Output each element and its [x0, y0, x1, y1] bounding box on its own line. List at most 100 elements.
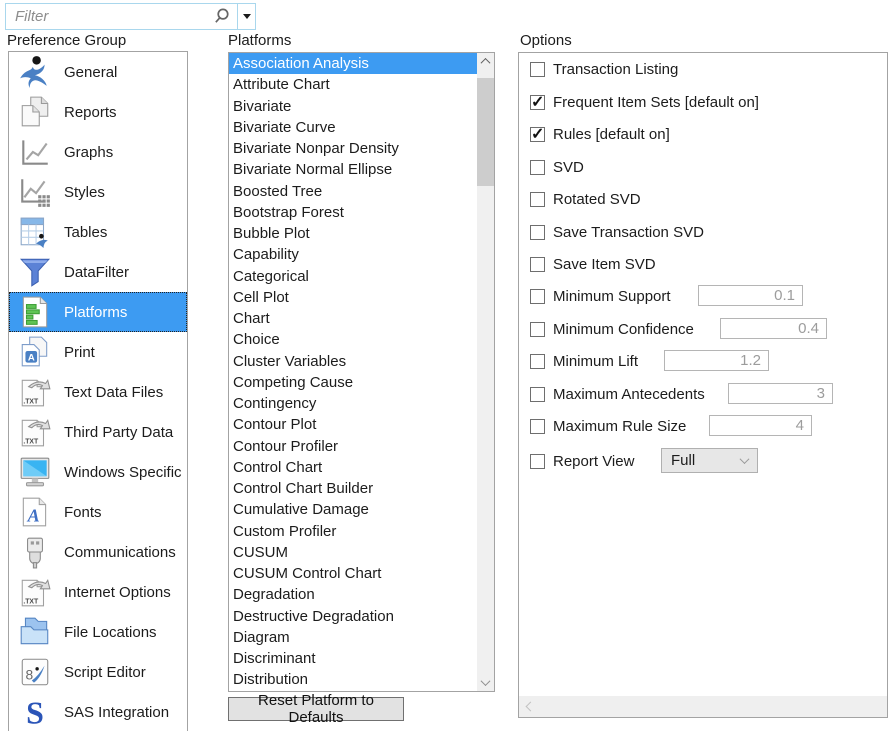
sidebar-item-sas-integration[interactable]: S SAS Integration: [9, 692, 187, 732]
platform-item-bubble-plot[interactable]: Bubble Plot: [229, 223, 477, 244]
option-label: Frequent Item Sets [default on]: [553, 93, 759, 111]
checkbox-minimum-confidence[interactable]: [530, 321, 545, 337]
platform-item-choice[interactable]: Choice: [229, 329, 477, 350]
sidebar-item-label: Print: [64, 343, 95, 361]
font-page-icon: A: [15, 493, 55, 531]
option-label: Minimum Confidence: [553, 320, 694, 338]
sidebar-item-fonts[interactable]: A Fonts: [9, 492, 187, 532]
platform-item-bivariate[interactable]: Bivariate: [229, 96, 477, 117]
platform-item-cell-plot[interactable]: Cell Plot: [229, 287, 477, 308]
platform-item-attribute-chart[interactable]: Attribute Chart: [229, 74, 477, 95]
sidebar-item-reports[interactable]: Reports: [9, 92, 187, 132]
platform-item-degradation[interactable]: Degradation: [229, 584, 477, 605]
sidebar-item-general[interactable]: General: [9, 52, 187, 92]
checkbox-maximum-antecedents[interactable]: [530, 386, 545, 402]
platform-item-competing-cause[interactable]: Competing Cause: [229, 372, 477, 393]
sidebar-item-text-data-files[interactable]: .TXT Text Data Files: [9, 372, 187, 412]
sidebar-item-tables[interactable]: Tables: [9, 212, 187, 252]
platform-item-diagram[interactable]: Diagram: [229, 627, 477, 648]
option-label: Maximum Rule Size: [553, 417, 687, 435]
checkbox-maximum-rule-size[interactable]: [530, 418, 545, 434]
scroll-left-icon[interactable]: [525, 701, 536, 712]
funnel-icon: [15, 253, 55, 291]
platform-item-chart[interactable]: Chart: [229, 308, 477, 329]
filter-input[interactable]: [6, 4, 207, 29]
sidebar-item-datafilter[interactable]: DataFilter: [9, 252, 187, 292]
sidebar-item-label: Script Editor: [64, 663, 146, 681]
sidebar-item-script-editor[interactable]: 8 Script Editor: [9, 652, 187, 692]
platform-item-distribution[interactable]: Distribution: [229, 669, 477, 690]
platform-item-categorical[interactable]: Categorical: [229, 266, 477, 287]
checkbox-frequent-item-sets-default-on[interactable]: [530, 92, 545, 112]
scroll-down-icon[interactable]: [477, 674, 494, 691]
print-pages-icon: A: [15, 333, 55, 371]
checkbox-rules-default-on[interactable]: [530, 124, 545, 144]
platform-item-cusum[interactable]: CUSUM: [229, 542, 477, 563]
sidebar-item-label: Third Party Data: [64, 423, 174, 441]
platform-item-contour-plot[interactable]: Contour Plot: [229, 414, 477, 435]
platform-item-discriminant[interactable]: Discriminant: [229, 648, 477, 669]
report-view-select[interactable]: Full: [661, 448, 758, 473]
search-icon[interactable]: [207, 4, 237, 29]
horizontal-scrollbar[interactable]: [519, 696, 887, 717]
platform-list-items: Association Analysis Attribute Chart Bivar…: [229, 53, 477, 691]
minimum-support-input[interactable]: [698, 285, 803, 306]
checkbox-rotated-svd[interactable]: [530, 191, 545, 207]
table-icon: [15, 213, 55, 251]
minimum-lift-input[interactable]: [664, 350, 769, 371]
reset-platform-button[interactable]: Reset Platform to Defaults: [228, 692, 404, 726]
sidebar-item-internet-options[interactable]: .TXT Internet Options: [9, 572, 187, 612]
option-label: Minimum Lift: [553, 352, 639, 370]
platform-item-cumulative-damage[interactable]: Cumulative Damage: [229, 499, 477, 520]
checkbox-save-transaction-svd[interactable]: [530, 224, 545, 240]
sidebar-item-file-locations[interactable]: File Locations: [9, 612, 187, 652]
checkbox-transaction-listing[interactable]: [530, 61, 545, 77]
option-row-minimum-support: Minimum Support: [530, 285, 885, 306]
platforms-heading: Platforms: [228, 32, 292, 49]
platform-item-contingency[interactable]: Contingency: [229, 393, 477, 414]
sidebar-item-third-party-data[interactable]: .TXT Third Party Data: [9, 412, 187, 452]
sidebar-item-label: DataFilter: [64, 263, 130, 281]
sidebar-item-graphs[interactable]: Graphs: [9, 132, 187, 172]
platform-item-destructive-degradation[interactable]: Destructive Degradation: [229, 606, 477, 627]
preference-group-list: General Reports Graphs Styles Tables DataFilt…: [8, 51, 188, 731]
checkbox-minimum-lift[interactable]: [530, 353, 545, 369]
checkbox-save-item-svd[interactable]: [530, 256, 545, 272]
platform-item-cusum-control-chart[interactable]: CUSUM Control Chart: [229, 563, 477, 584]
option-label: SVD: [553, 158, 584, 176]
maximum-rule-size-input[interactable]: [709, 415, 812, 436]
platform-item-control-chart[interactable]: Control Chart: [229, 457, 477, 478]
sidebar-item-platforms[interactable]: Platforms: [9, 292, 187, 332]
platform-item-bootstrap-forest[interactable]: Bootstrap Forest: [229, 202, 477, 223]
option-row-save-item-svd: Save Item SVD: [530, 256, 885, 273]
line-chart-icon: [15, 133, 55, 171]
svg-text:.TXT: .TXT: [23, 599, 39, 606]
platform-item-bivariate-curve[interactable]: Bivariate Curve: [229, 117, 477, 138]
minimum-confidence-input[interactable]: [720, 318, 827, 339]
sidebar-item-label: Fonts: [64, 503, 102, 521]
platform-item-cluster-variables[interactable]: Cluster Variables: [229, 351, 477, 372]
platform-item-boosted-tree[interactable]: Boosted Tree: [229, 181, 477, 202]
sidebar-item-print[interactable]: A Print: [9, 332, 187, 372]
maximum-antecedents-input[interactable]: [728, 383, 833, 404]
platform-item-bivariate-normal-ellipse[interactable]: Bivariate Normal Ellipse: [229, 159, 477, 180]
filter-dropdown-arrow-icon[interactable]: [238, 4, 255, 29]
checkbox-svd[interactable]: [530, 159, 545, 175]
scroll-up-icon[interactable]: [477, 53, 494, 70]
sidebar-item-styles[interactable]: Styles: [9, 172, 187, 212]
sidebar-item-communications[interactable]: Communications: [9, 532, 187, 572]
scrollbar-thumb[interactable]: [477, 78, 494, 186]
platform-list: Association Analysis Attribute Chart Bivar…: [228, 52, 495, 692]
checkbox-report-view[interactable]: [530, 453, 545, 469]
platform-item-custom-profiler[interactable]: Custom Profiler: [229, 521, 477, 542]
platform-item-association-analysis[interactable]: Association Analysis: [229, 53, 477, 75]
sidebar-item-label: Styles: [64, 183, 105, 201]
vertical-scrollbar[interactable]: [477, 53, 494, 691]
platform-item-control-chart-builder[interactable]: Control Chart Builder: [229, 478, 477, 499]
option-label: Rotated SVD: [553, 190, 641, 208]
sidebar-item-windows-specific[interactable]: Windows Specific: [9, 452, 187, 492]
platform-item-capability[interactable]: Capability: [229, 244, 477, 265]
platform-item-contour-profiler[interactable]: Contour Profiler: [229, 436, 477, 457]
checkbox-minimum-support[interactable]: [530, 288, 545, 304]
platform-item-bivariate-nonpar-density[interactable]: Bivariate Nonpar Density: [229, 138, 477, 159]
